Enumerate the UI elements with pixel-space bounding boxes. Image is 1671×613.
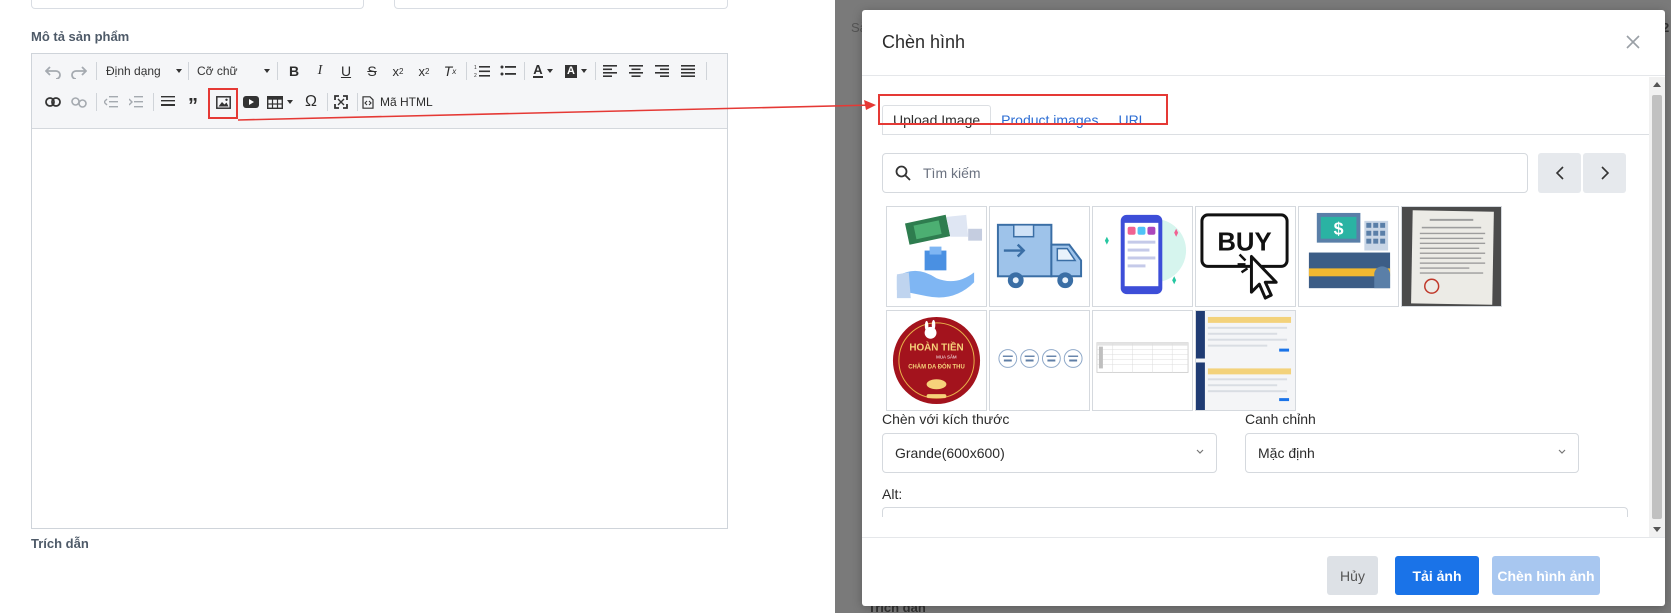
image-thumb-document[interactable] xyxy=(1401,206,1502,307)
undo-icon[interactable] xyxy=(42,60,64,82)
image-thumb-admin-screenshot[interactable] xyxy=(1195,310,1296,411)
description-label: Mô tả sản phẩm xyxy=(31,29,130,44)
image-thumb-payment-hand[interactable] xyxy=(886,206,987,307)
excerpt-label: Trích dẫn xyxy=(31,536,89,551)
close-button[interactable] xyxy=(1619,28,1647,56)
svg-text:$: $ xyxy=(1334,219,1344,239)
text-color-icon[interactable]: A xyxy=(531,60,555,82)
svg-text:2: 2 xyxy=(474,73,477,78)
horizontal-line-icon[interactable] xyxy=(157,91,179,113)
promo-thumb-line3: CHĂM DA ĐÓN THU xyxy=(908,362,965,370)
image-thumb-spreadsheet[interactable] xyxy=(1092,310,1193,411)
special-character-icon[interactable]: Ω xyxy=(300,91,322,113)
italic-icon[interactable]: I xyxy=(310,60,330,82)
chevron-down-icon xyxy=(1558,449,1566,454)
close-icon xyxy=(1626,35,1640,49)
screenshot-root: Mô tả sản phẩm Định dạng Cỡ chữ B I U S xyxy=(0,0,1671,613)
insert-video-icon[interactable] xyxy=(240,91,262,113)
alt-label: Alt: xyxy=(882,486,903,502)
image-button-highlight xyxy=(208,88,238,119)
subscript-icon[interactable]: x2 xyxy=(388,60,408,82)
insert-image-button[interactable]: Chèn hình ảnh xyxy=(1492,556,1600,595)
format-dropdown[interactable]: Định dạng xyxy=(106,60,182,82)
promo-thumb-line1: HOÀN TIỀN xyxy=(909,343,963,354)
bold-icon[interactable]: B xyxy=(284,60,304,82)
promo-thumb-line2: MUA SẮM xyxy=(936,353,957,360)
bullet-list-icon[interactable] xyxy=(498,60,518,82)
link-icon[interactable] xyxy=(42,91,64,113)
html-source-label: Mã HTML xyxy=(380,95,433,109)
superscript-icon[interactable]: x2 xyxy=(414,60,434,82)
scroll-up-icon[interactable] xyxy=(1653,82,1661,87)
image-thumb-mobile-app[interactable] xyxy=(1092,206,1193,307)
image-thumb-circle-badges[interactable] xyxy=(989,310,1090,411)
indent-icon[interactable] xyxy=(125,91,147,113)
align-justify-icon[interactable] xyxy=(678,60,698,82)
font-size-dropdown[interactable]: Cỡ chữ xyxy=(197,60,270,82)
alignment-select-value: Mặc định xyxy=(1258,445,1315,461)
modal-title: Chèn hình xyxy=(882,32,966,52)
size-label: Chèn với kích thước xyxy=(882,411,1010,427)
alignment-select[interactable]: Mặc định xyxy=(1245,433,1579,473)
svg-text:1: 1 xyxy=(474,65,477,71)
align-right-icon[interactable] xyxy=(652,60,672,82)
html-source-button[interactable]: Mã HTML xyxy=(362,91,436,113)
top-left-input[interactable] xyxy=(31,0,364,9)
buy-thumb-text: BUY xyxy=(1217,229,1271,257)
image-thumb-cash-register[interactable]: $ xyxy=(1298,206,1399,307)
top-right-input[interactable] xyxy=(394,0,728,9)
tabs-divider xyxy=(882,134,1649,135)
search-box xyxy=(882,153,1528,193)
product-editor-panel: Mô tả sản phẩm Định dạng Cỡ chữ B I U S xyxy=(0,0,782,613)
insert-table-icon[interactable] xyxy=(266,91,294,113)
image-thumb-buy-button[interactable]: BUY xyxy=(1195,206,1296,307)
modal-header: Chèn hình xyxy=(862,10,1665,76)
alignment-label: Canh chỉnh xyxy=(1245,411,1316,427)
chevron-left-icon xyxy=(1555,166,1564,180)
search-input[interactable] xyxy=(923,165,1527,181)
ordered-list-icon[interactable]: 12 xyxy=(472,60,492,82)
blockquote-icon[interactable]: ” xyxy=(182,91,204,116)
search-icon xyxy=(883,165,923,181)
upload-image-button[interactable]: Tải ảnh xyxy=(1395,556,1479,595)
redo-icon[interactable] xyxy=(68,60,90,82)
rich-text-editor: Định dạng Cỡ chữ B I U S x2 x2 Tx 12 A A… xyxy=(31,53,728,529)
image-thumb-delivery-truck[interactable] xyxy=(989,206,1090,307)
underline-icon[interactable]: U xyxy=(336,60,356,82)
strikethrough-icon[interactable]: S xyxy=(362,60,382,82)
align-center-icon[interactable] xyxy=(626,60,646,82)
editor-content-area[interactable] xyxy=(32,129,727,529)
chevron-right-icon xyxy=(1600,166,1609,180)
modal-scrollbar[interactable] xyxy=(1649,77,1665,537)
scroll-thumb[interactable] xyxy=(1652,95,1662,519)
cancel-button[interactable]: Hủy xyxy=(1327,556,1378,595)
chevron-down-icon xyxy=(1196,449,1204,454)
editor-toolbar: Định dạng Cỡ chữ B I U S x2 x2 Tx 12 A A… xyxy=(32,54,727,129)
font-size-dropdown-label: Cỡ chữ xyxy=(197,64,238,78)
outdent-icon[interactable] xyxy=(100,91,122,113)
modal-body: Upload Image Product images URL Tìm kiếm… xyxy=(862,77,1649,537)
background-color-icon[interactable]: A xyxy=(563,60,589,82)
size-select[interactable]: Grande(600x600) xyxy=(882,433,1217,473)
align-left-icon[interactable] xyxy=(600,60,620,82)
next-page-button[interactable] xyxy=(1583,153,1626,193)
tabs-highlight-box xyxy=(878,94,1168,125)
unlink-icon[interactable] xyxy=(68,91,90,113)
fullscreen-icon[interactable] xyxy=(330,91,352,113)
clear-format-icon[interactable]: Tx xyxy=(440,60,460,82)
image-thumb-cashback-promo[interactable]: HOÀN TIỀN MUA SẮM CHĂM DA ĐÓN THU xyxy=(886,310,987,411)
prev-page-button[interactable] xyxy=(1538,153,1581,193)
size-select-value: Grande(600x600) xyxy=(895,445,1005,461)
modal-footer: Hủy Tải ảnh Chèn hình ảnh xyxy=(862,537,1665,606)
format-dropdown-label: Định dạng xyxy=(106,64,161,78)
scroll-down-icon[interactable] xyxy=(1653,527,1661,532)
alt-input[interactable] xyxy=(882,507,1628,517)
